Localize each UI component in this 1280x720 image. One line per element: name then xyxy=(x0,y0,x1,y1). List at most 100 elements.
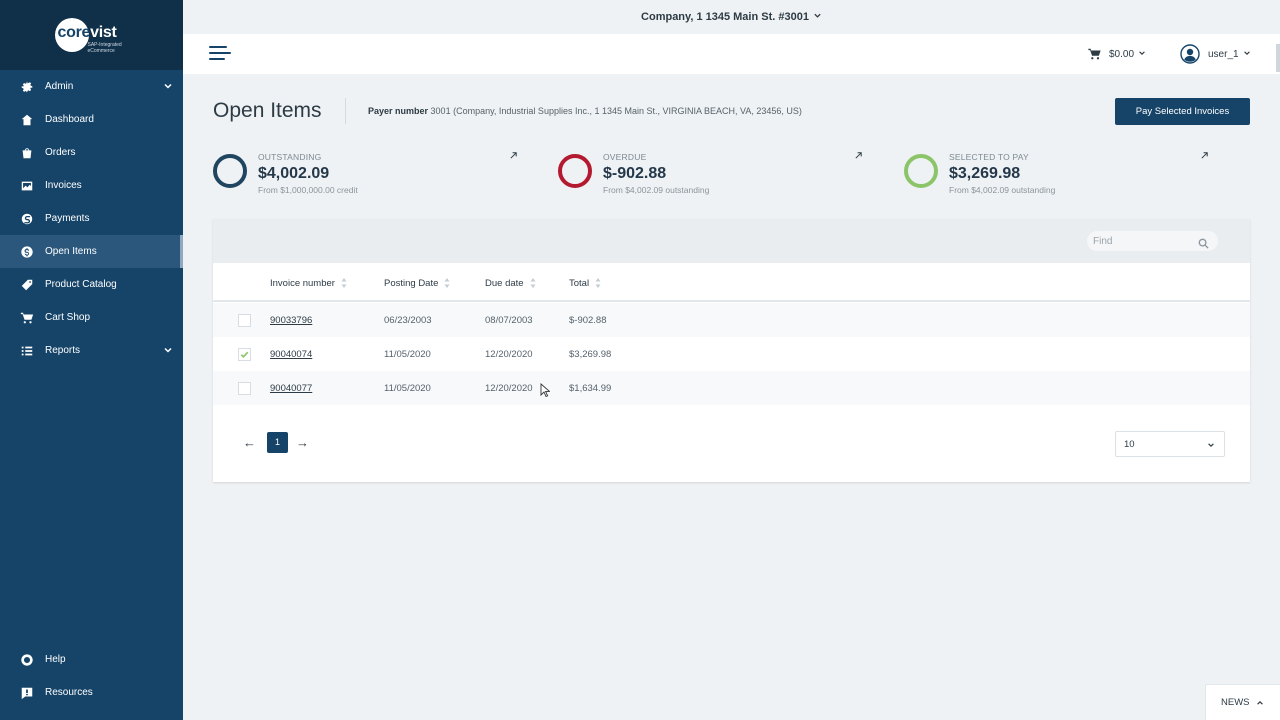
column-due-date[interactable]: Due date xyxy=(485,277,536,289)
sidebar-item-label: Help xyxy=(45,654,66,665)
page-size-select[interactable]: 10 xyxy=(1115,431,1225,457)
sidebar-item-open-items[interactable]: Open Items xyxy=(0,235,183,268)
table-row: 90033796 06/23/2003 08/07/2003 $-902.88 xyxy=(213,303,1250,337)
page-title: Open Items xyxy=(213,99,322,122)
previous-page-button[interactable]: ← xyxy=(243,435,256,450)
checkmark-icon xyxy=(240,351,249,358)
sidebar-item-label: Product Catalog xyxy=(45,279,117,290)
user-menu[interactable]: user_1 xyxy=(1180,44,1251,64)
news-tab[interactable]: NEWS xyxy=(1205,684,1280,720)
dollar-icon xyxy=(20,245,34,259)
table-row: 90040074 11/05/2020 12/20/2020 $3,269.98 xyxy=(213,337,1250,371)
stat-label: OUTSTANDING xyxy=(258,152,322,162)
pay-selected-invoices-button[interactable]: Pay Selected Invoices xyxy=(1115,98,1250,125)
column-label: Due date xyxy=(485,277,524,289)
due-date: 12/20/2020 xyxy=(485,349,533,360)
sidebar-item-cart-shop[interactable]: Cart Shop xyxy=(0,301,183,334)
invoice-number-link[interactable]: 90033796 xyxy=(270,315,312,326)
column-total[interactable]: Total xyxy=(569,277,601,289)
stat-value: $-902.88 xyxy=(603,165,667,182)
corevist-logo[interactable]: corevist SAP-Integrated eCommerce xyxy=(52,15,132,55)
logo-area: corevist SAP-Integrated eCommerce xyxy=(0,0,183,70)
sidebar-item-payments[interactable]: Payments xyxy=(0,202,183,235)
table-toolbar xyxy=(213,219,1250,263)
user-avatar-icon xyxy=(1180,44,1200,64)
chevron-down-icon xyxy=(163,345,173,355)
stat-value: $4,002.09 xyxy=(258,165,330,182)
chevron-down-icon xyxy=(1208,443,1214,448)
column-posting-date[interactable]: Posting Date xyxy=(384,277,450,289)
page-size-value: 10 xyxy=(1124,439,1135,450)
row-checkbox[interactable] xyxy=(238,348,251,361)
sidebar-nav: Admin Dashboard Orders Invoices Payments… xyxy=(0,70,183,367)
payer-value: 3001 (Company, Industrial Supplies Inc.,… xyxy=(430,106,802,116)
hamburger-menu-icon[interactable] xyxy=(209,46,231,62)
sidebar-item-reports[interactable]: Reports xyxy=(0,334,183,367)
stat-subtext: From $4,002.09 outstanding xyxy=(949,185,1056,195)
gear-icon xyxy=(20,80,34,94)
stat-subtext: From $1,000,000.00 credit xyxy=(258,185,358,195)
invoices-icon xyxy=(20,179,34,193)
column-label: Invoice number xyxy=(270,277,335,289)
expand-arrow-icon[interactable] xyxy=(854,147,864,159)
list-icon xyxy=(20,344,34,358)
cart-total: $0.00 xyxy=(1109,48,1135,60)
row-checkbox[interactable] xyxy=(238,382,251,395)
company-selector[interactable]: Company, 1 1345 Main St. #3001 xyxy=(183,0,1280,34)
row-checkbox[interactable] xyxy=(238,314,251,327)
stat-outstanding: OUTSTANDING $4,002.09 From $1,000,000.00… xyxy=(213,152,517,198)
sidebar-item-label: Invoices xyxy=(45,180,82,191)
sidebar-item-label: Dashboard xyxy=(45,114,94,125)
stat-label: SELECTED TO PAY xyxy=(949,152,1029,162)
total: $3,269.98 xyxy=(569,349,612,360)
invoice-number-link[interactable]: 90040074 xyxy=(270,349,312,360)
payer-info: Payer number 3001 (Company, Industrial S… xyxy=(368,106,802,116)
page-button-current[interactable]: 1 xyxy=(267,431,288,453)
sidebar-item-orders[interactable]: Orders xyxy=(0,136,183,169)
total: $1,634.99 xyxy=(569,383,612,394)
sidebar-item-dashboard[interactable]: Dashboard xyxy=(0,103,183,136)
stat-label: OVERDUE xyxy=(603,152,647,162)
due-date: 12/20/2020 xyxy=(485,383,533,394)
chevron-down-icon xyxy=(809,11,822,23)
column-invoice-number[interactable]: Invoice number xyxy=(270,277,347,289)
sidebar-item-resources[interactable]: Resources xyxy=(0,676,183,709)
lifebuoy-icon xyxy=(20,653,34,667)
posting-date: 11/05/2020 xyxy=(384,383,431,394)
selected-ring-icon xyxy=(904,154,938,188)
invoice-number-link[interactable]: 90040077 xyxy=(270,383,312,394)
sidebar-item-product-catalog[interactable]: Product Catalog xyxy=(0,268,183,301)
expand-arrow-icon[interactable] xyxy=(1200,147,1210,159)
sidebar-item-label: Reports xyxy=(45,345,81,356)
sidebar-item-label: Orders xyxy=(45,147,76,158)
sidebar-item-label: Open Items xyxy=(45,246,97,257)
stat-value: $3,269.98 xyxy=(949,165,1021,182)
sort-icon xyxy=(530,277,536,289)
sidebar-item-invoices[interactable]: Invoices xyxy=(0,169,183,202)
divider xyxy=(345,98,346,124)
header: $0.00 user_1 xyxy=(183,34,1280,74)
header-cart[interactable]: $0.00 xyxy=(1087,47,1146,61)
payments-icon xyxy=(20,212,34,226)
stat-subtext: From $4,002.09 outstanding xyxy=(603,185,710,195)
sidebar-item-label: Admin xyxy=(45,81,74,92)
tag-icon xyxy=(20,278,34,292)
chevron-up-icon xyxy=(1256,700,1263,705)
column-label: Total xyxy=(569,277,590,289)
sort-icon xyxy=(341,277,347,289)
overdue-ring-icon xyxy=(558,154,592,188)
open-items-table-card: Invoice number Posting Date Due date Tot… xyxy=(213,219,1250,482)
scrollbar[interactable] xyxy=(1276,44,1280,72)
outstanding-ring-icon xyxy=(213,154,247,188)
sidebar-item-help[interactable]: Help xyxy=(0,643,183,676)
stat-overdue: OVERDUE $-902.88 From $4,002.09 outstand… xyxy=(558,152,862,198)
expand-arrow-icon[interactable] xyxy=(509,147,519,159)
sidebar-item-label: Payments xyxy=(45,213,90,224)
company-label: Company, 1 1345 Main St. #3001 xyxy=(641,11,809,23)
sidebar-item-admin[interactable]: Admin xyxy=(0,70,183,103)
resources-icon xyxy=(20,686,34,700)
search-icon[interactable] xyxy=(1198,236,1209,249)
mouse-cursor-icon xyxy=(540,383,550,397)
next-page-button[interactable]: → xyxy=(296,435,309,450)
table-header: Invoice number Posting Date Due date Tot… xyxy=(213,263,1250,302)
